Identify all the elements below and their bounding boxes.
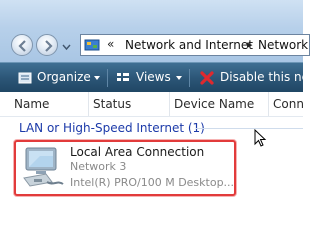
column-divider[interactable] bbox=[88, 92, 89, 116]
views-dropdown-arrow[interactable] bbox=[176, 76, 182, 80]
mouse-pointer-icon bbox=[254, 129, 267, 147]
column-header-status[interactable]: Status bbox=[93, 97, 131, 111]
column-header-device-name[interactable]: Device Name bbox=[174, 97, 254, 111]
column-header-row: Name Status Device Name Conn bbox=[0, 92, 304, 117]
group-divider-line bbox=[196, 128, 303, 129]
group-header-lan[interactable]: LAN or High-Speed Internet (1) bbox=[19, 121, 205, 135]
red-x-icon bbox=[200, 71, 214, 85]
address-segment-network[interactable]: Network bbox=[258, 38, 308, 52]
toolbar-separator bbox=[189, 69, 190, 87]
column-header-connectivity[interactable]: Conn bbox=[273, 97, 304, 111]
address-segment-network-and-internet[interactable]: Network and Internet bbox=[125, 38, 253, 52]
views-button[interactable]: Views bbox=[136, 70, 171, 84]
connection-device: Intel(R) PRO/100 M Desktop... bbox=[70, 176, 235, 189]
column-header-name[interactable]: Name bbox=[14, 97, 49, 111]
address-separator-arrow[interactable]: ▸ bbox=[247, 38, 253, 51]
command-toolbar: Organize Views Disable this net bbox=[0, 62, 314, 93]
back-button[interactable] bbox=[11, 34, 33, 56]
network-folder-icon bbox=[84, 39, 100, 51]
toolbar-separator bbox=[107, 69, 108, 87]
recent-pages-dropdown-icon[interactable] bbox=[62, 42, 71, 51]
connection-name: Local Area Connection bbox=[70, 145, 205, 159]
navigation-bar: « Network and Internet ▸ Network bbox=[0, 0, 310, 62]
connection-network: Network 3 bbox=[70, 160, 127, 173]
organize-icon bbox=[18, 72, 32, 84]
local-area-connection-item[interactable]: Local Area Connection Network 3 Intel(R)… bbox=[14, 140, 236, 196]
network-adapter-icon bbox=[23, 147, 64, 187]
back-arrow-icon bbox=[18, 40, 26, 52]
organize-dropdown-arrow[interactable] bbox=[94, 76, 100, 80]
forward-arrow-icon bbox=[45, 40, 53, 52]
views-icon bbox=[117, 73, 129, 81]
organize-button[interactable]: Organize bbox=[37, 70, 91, 84]
address-overflow-chevron[interactable]: « bbox=[107, 37, 114, 51]
disable-network-device-button[interactable]: Disable this net bbox=[220, 70, 314, 84]
column-divider[interactable] bbox=[268, 92, 269, 116]
address-bar[interactable]: « Network and Internet ▸ Network bbox=[80, 34, 310, 56]
column-divider[interactable] bbox=[169, 92, 170, 116]
forward-button[interactable] bbox=[36, 34, 58, 56]
